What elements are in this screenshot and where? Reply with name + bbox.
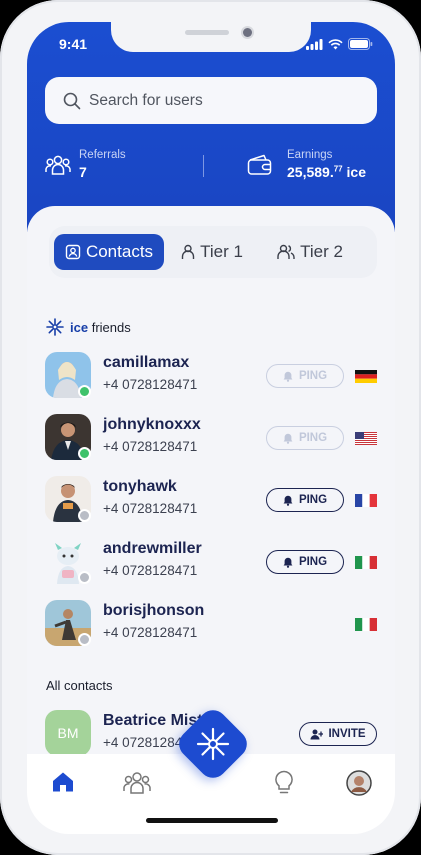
- contact-phone: +4 0728128471: [103, 625, 198, 640]
- search-placeholder: Search for users: [89, 91, 203, 109]
- flag-italy-icon: [355, 556, 377, 569]
- referrals-value: 7: [79, 164, 87, 180]
- contact-name: tonyhawk: [103, 478, 177, 495]
- segmented-tabs: Contacts Tier 1 Tier 2: [49, 226, 377, 278]
- bell-icon: [283, 495, 293, 506]
- status-time: 9:41: [59, 36, 88, 52]
- tab-ideas[interactable]: [274, 770, 294, 801]
- stats-divider: [203, 155, 204, 177]
- notch: [111, 22, 311, 52]
- flag-france-icon: [355, 494, 377, 507]
- initials-avatar: BM: [45, 710, 91, 756]
- contact-phone: +4 0728128471: [103, 439, 198, 454]
- earnings-value: 25,589.77 ice: [287, 164, 366, 180]
- home-icon: [53, 772, 73, 792]
- tab-profile[interactable]: [346, 770, 372, 801]
- contact-card-icon: [65, 244, 81, 260]
- list-item[interactable]: tonyhawk +4 0728128471 PING: [45, 476, 377, 524]
- bell-icon: [283, 371, 293, 382]
- ping-button[interactable]: PING: [266, 550, 344, 574]
- header: 9:41 Search for users Referrals 7 Earnin…: [27, 22, 395, 232]
- phone-frame: 9:41 Search for users Referrals 7 Earnin…: [0, 0, 421, 855]
- ping-button[interactable]: PING: [266, 488, 344, 512]
- flag-usa-icon: [355, 432, 377, 445]
- screen: 9:41 Search for users Referrals 7 Earnin…: [27, 22, 395, 834]
- bell-icon: [283, 557, 293, 568]
- earnings-stat[interactable]: Earnings 25,589.77 ice: [247, 149, 366, 180]
- wifi-icon: [328, 38, 343, 49]
- contact-name: andrewmiller: [103, 540, 202, 557]
- stats-bar: Referrals 7 Earnings 25,589.77 ice: [45, 149, 377, 189]
- offline-status-dot: [78, 571, 91, 584]
- search-icon: [63, 92, 81, 109]
- bulb-icon: [275, 770, 293, 794]
- ice-logo-icon: [196, 727, 230, 761]
- contact-phone: +4 0728128471: [103, 377, 198, 392]
- home-indicator: [146, 818, 278, 823]
- list-item[interactable]: andrewmiller +4 0728128471 PING: [45, 538, 377, 586]
- wallet-icon: [247, 154, 272, 175]
- ping-button[interactable]: PING: [266, 364, 344, 388]
- list-item[interactable]: camillamax +4 0728128471 PING: [45, 352, 377, 400]
- search-input[interactable]: Search for users: [45, 77, 377, 124]
- flag-italy-icon: [355, 618, 377, 631]
- contact-name: borisjhonson: [103, 602, 205, 619]
- tab-tier-1[interactable]: Tier 1: [164, 234, 260, 270]
- contact-name: camillamax: [103, 354, 190, 371]
- ping-button[interactable]: PING: [266, 426, 344, 450]
- signal-icon: [306, 38, 323, 50]
- tab-home[interactable]: [51, 770, 75, 799]
- contact-name: johnyknoxxx: [103, 416, 201, 433]
- earnings-label: Earnings: [287, 149, 333, 161]
- invite-button[interactable]: INVITE: [299, 722, 377, 746]
- person-icon: [181, 244, 195, 259]
- add-user-icon: [310, 729, 324, 739]
- contact-phone: +4 0728128471: [103, 501, 198, 516]
- contact-phone: +4 0728128471: [103, 563, 198, 578]
- team-icon: [45, 155, 71, 175]
- tab-contacts[interactable]: Contacts: [54, 234, 164, 270]
- flag-germany-icon: [355, 370, 377, 383]
- profile-icon: [346, 770, 372, 796]
- online-status-dot: [78, 447, 91, 460]
- offline-status-dot: [78, 633, 91, 646]
- ice-friends-title: ice friends: [46, 318, 131, 336]
- team-icon: [123, 772, 151, 794]
- all-contacts-title: All contacts: [46, 678, 113, 693]
- people-icon: [277, 244, 295, 259]
- referrals-label: Referrals: [79, 149, 126, 161]
- bell-icon: [283, 433, 293, 444]
- battery-icon: [348, 38, 373, 50]
- ice-star-icon: [46, 318, 64, 336]
- status-icons: [306, 38, 373, 50]
- referrals-stat[interactable]: Referrals 7: [45, 149, 126, 180]
- online-status-dot: [78, 385, 91, 398]
- list-item[interactable]: johnyknoxxx +4 0728128471 PING: [45, 414, 377, 462]
- tab-tier-2[interactable]: Tier 2: [260, 234, 360, 270]
- offline-status-dot: [78, 509, 91, 522]
- list-item[interactable]: borisjhonson +4 0728128471: [45, 600, 377, 648]
- tab-team[interactable]: [123, 770, 151, 801]
